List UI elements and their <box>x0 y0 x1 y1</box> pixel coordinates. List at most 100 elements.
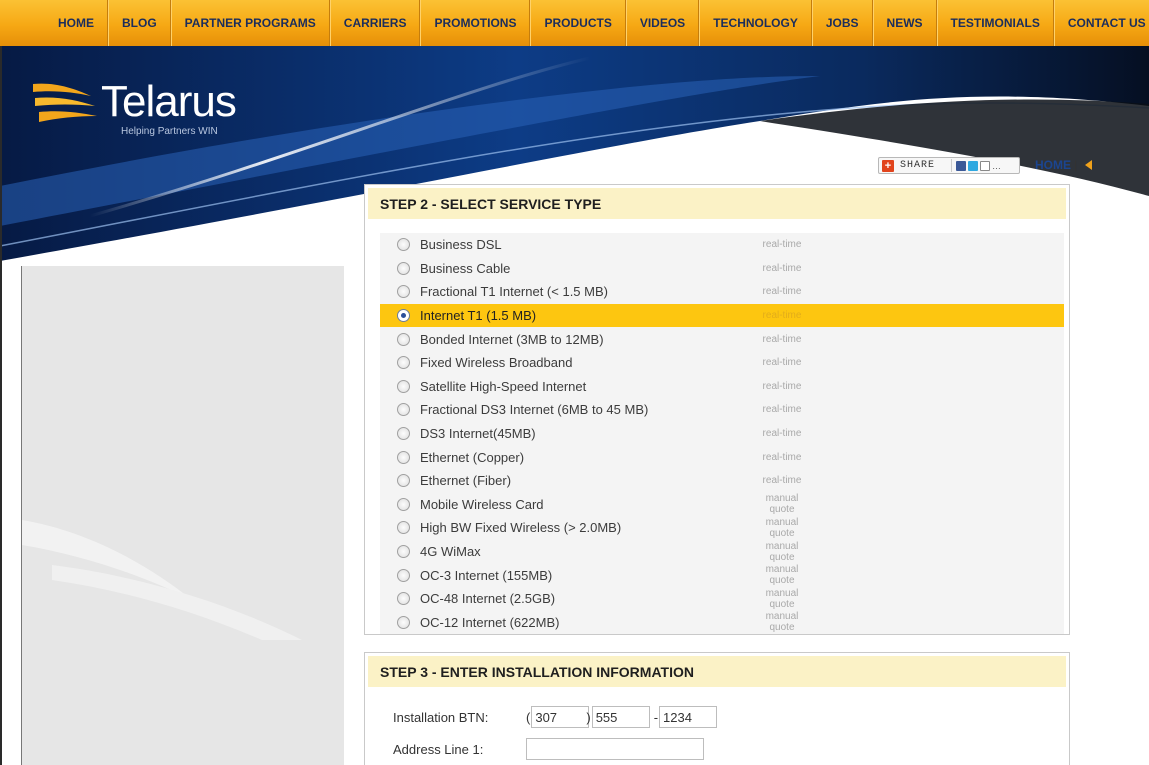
btn-open-paren: ( <box>526 709 531 725</box>
service-radio[interactable] <box>397 379 410 393</box>
home-breadcrumb[interactable]: HOME | <box>1035 158 1093 172</box>
service-option[interactable]: OC-12 Internet (622MB) manual quote <box>380 610 1064 635</box>
nav-item-contact-us[interactable]: CONTACT US <box>1053 0 1149 46</box>
step2-panel: STEP 2 - SELECT SERVICE TYPE Business DS… <box>364 184 1070 635</box>
back-arrow-icon[interactable] <box>1085 160 1093 170</box>
email-icon[interactable] <box>980 160 991 171</box>
btn-dash: - <box>653 709 659 725</box>
nav-item-carriers[interactable]: CARRIERS <box>329 0 421 46</box>
service-name: Fractional DS3 Internet (6MB to 45 MB) <box>420 402 649 418</box>
service-quote-type: real-time <box>762 262 802 274</box>
service-option[interactable]: Ethernet (Copper) real-time <box>380 445 1064 469</box>
share-widget[interactable]: + SHARE … <box>878 157 1020 174</box>
service-option[interactable]: 4G WiMax manual quote <box>380 539 1064 564</box>
logo-tagline: Helping Partners WIN <box>121 126 218 137</box>
service-quote-type: real-time <box>762 239 802 251</box>
service-option[interactable]: OC-48 Internet (2.5GB) manual quote <box>380 586 1064 611</box>
nav-item-products[interactable]: PRODUCTS <box>530 0 626 46</box>
service-quote-type: real-time <box>762 357 802 369</box>
service-option[interactable]: High BW Fixed Wireless (> 2.0MB) manual q… <box>380 516 1064 540</box>
service-radio[interactable] <box>397 427 410 441</box>
service-quote-type: real-time <box>762 286 802 298</box>
btn-prefix-input[interactable] <box>591 706 650 728</box>
step3-panel: STEP 3 - ENTER INSTALLATION INFORMATION … <box>364 652 1070 765</box>
service-quote-type: manual quote <box>765 493 799 516</box>
service-name: Business DSL <box>420 237 502 253</box>
service-quote-type: real-time <box>762 333 802 345</box>
service-option[interactable]: Mobile Wireless Card manual quote <box>380 492 1064 517</box>
service-option[interactable]: Ethernet (Fiber) real-time <box>380 468 1064 493</box>
service-radio[interactable] <box>397 497 410 511</box>
service-name: Ethernet (Fiber) <box>420 473 512 489</box>
address1-input[interactable] <box>526 738 704 760</box>
service-radio[interactable] <box>397 356 410 370</box>
step3-title: STEP 3 - ENTER INSTALLATION INFORMATION <box>368 656 1066 687</box>
service-option[interactable]: Satellite High-Speed Internet real-time <box>380 374 1064 399</box>
service-radio[interactable] <box>397 332 410 346</box>
service-option[interactable]: Business DSL real-time <box>380 233 1064 257</box>
service-radio[interactable] <box>397 238 410 252</box>
telarus-logo[interactable]: Telarus Helping Partners WIN <box>33 77 237 137</box>
service-radio[interactable] <box>397 615 410 629</box>
service-name: Fixed Wireless Broadband <box>420 355 573 371</box>
nav-item-partner-programs[interactable]: PARTNER PROGRAMS <box>170 0 330 46</box>
left-sidebar <box>21 230 344 765</box>
btn-close-paren: ) <box>586 709 591 725</box>
nav-item-videos[interactable]: VIDEOS <box>625 0 700 46</box>
nav-item-testimonials[interactable]: TESTIMONIALS <box>936 0 1054 46</box>
service-option[interactable]: Business Cable real-time <box>380 256 1064 281</box>
service-radio[interactable] <box>397 568 410 582</box>
service-quote-type: real-time <box>762 310 802 322</box>
service-option[interactable]: OC-3 Internet (155MB) manual quote <box>380 563 1064 587</box>
service-name: Business Cable <box>420 260 511 276</box>
home-separator: | <box>1074 158 1078 172</box>
twitter-icon[interactable] <box>968 160 979 171</box>
nav-item-jobs[interactable]: JOBS <box>811 0 873 46</box>
service-option[interactable]: DS3 Internet(45MB) real-time <box>380 421 1064 446</box>
logo-wordmark: Telarus <box>101 77 237 126</box>
service-radio[interactable] <box>397 545 410 559</box>
btn-area-code-input[interactable] <box>531 706 590 728</box>
service-quote-type: manual quote <box>765 564 799 587</box>
facebook-icon[interactable] <box>956 160 967 171</box>
service-option[interactable]: Bonded Internet (3MB to 12MB) real-time <box>380 327 1064 351</box>
service-quote-type: manual quote <box>765 516 799 539</box>
address1-label: Address Line 1: <box>393 741 484 757</box>
nav-item-technology[interactable]: TECHNOLOGY <box>699 0 812 46</box>
service-radio[interactable] <box>397 592 410 606</box>
more-icon[interactable]: … <box>992 161 1001 171</box>
nav-item-home[interactable]: HOME <box>45 0 108 46</box>
service-name: Satellite High-Speed Internet <box>420 378 587 394</box>
sidebar-watermark-swoosh <box>22 520 302 640</box>
service-quote-type: real-time <box>762 404 802 416</box>
service-name: Ethernet (Copper) <box>420 449 525 465</box>
service-radio[interactable] <box>397 474 410 488</box>
btn-line-input[interactable] <box>659 706 718 728</box>
service-type-list: Business DSL real-time Business Cable real-… <box>380 233 1064 635</box>
service-quote-type: real-time <box>762 475 802 487</box>
share-divider <box>951 159 953 172</box>
service-radio[interactable] <box>397 521 410 535</box>
share-plus-icon: + <box>882 159 894 172</box>
service-name: OC-3 Internet (155MB) <box>420 567 553 583</box>
step2-title: STEP 2 - SELECT SERVICE TYPE <box>368 188 1066 219</box>
service-radio[interactable] <box>397 261 410 275</box>
service-radio[interactable] <box>397 285 410 299</box>
nav-item-news[interactable]: NEWS <box>872 0 937 46</box>
service-name: High BW Fixed Wireless (> 2.0MB) <box>420 520 622 536</box>
installation-btn-row: Installation BTN: ( ) - <box>393 706 718 728</box>
service-option[interactable]: Fractional DS3 Internet (6MB to 45 MB) re… <box>380 398 1064 422</box>
service-option[interactable]: Fractional T1 Internet (< 1.5 MB) real-ti… <box>380 280 1064 304</box>
service-quote-type: real-time <box>762 428 802 440</box>
service-radio[interactable] <box>397 450 410 464</box>
top-nav: HOME BLOG PARTNER PROGRAMS CARRIERS PROMOTIO… <box>0 0 1149 46</box>
service-name: Bonded Internet (3MB to 12MB) <box>420 331 604 347</box>
nav-item-blog[interactable]: BLOG <box>108 0 171 46</box>
service-option[interactable]: Internet T1 (1.5 MB) real-time <box>380 303 1064 328</box>
service-name: Internet T1 (1.5 MB) <box>420 308 537 324</box>
nav-item-promotions[interactable]: PROMOTIONS <box>420 0 531 46</box>
service-radio[interactable] <box>397 309 410 323</box>
service-radio[interactable] <box>397 403 410 417</box>
home-link-label[interactable]: HOME <box>1035 158 1071 172</box>
service-option[interactable]: Fixed Wireless Broadband real-time <box>380 350 1064 375</box>
